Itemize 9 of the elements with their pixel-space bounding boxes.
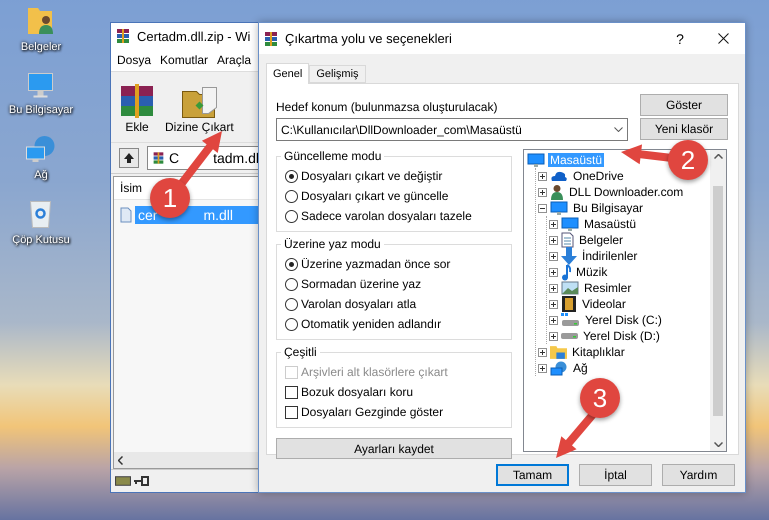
file-name: m.dll <box>203 207 234 223</box>
group-title: Çeşitli <box>283 345 318 359</box>
group-title: Üzerine yaz modu <box>283 237 382 251</box>
dialog-title: Çıkartma yolu ve seçenekleri <box>285 31 453 46</box>
field-label: Hedef konum (bulunmazsa oluşturulacak) <box>276 100 498 114</box>
group-title: Güncelleme modu <box>283 149 382 163</box>
window-title: Certadm.dll.zip - Wi <box>137 28 250 44</box>
path-text: tadm.dl <box>213 150 259 166</box>
path-text: C <box>168 150 180 166</box>
